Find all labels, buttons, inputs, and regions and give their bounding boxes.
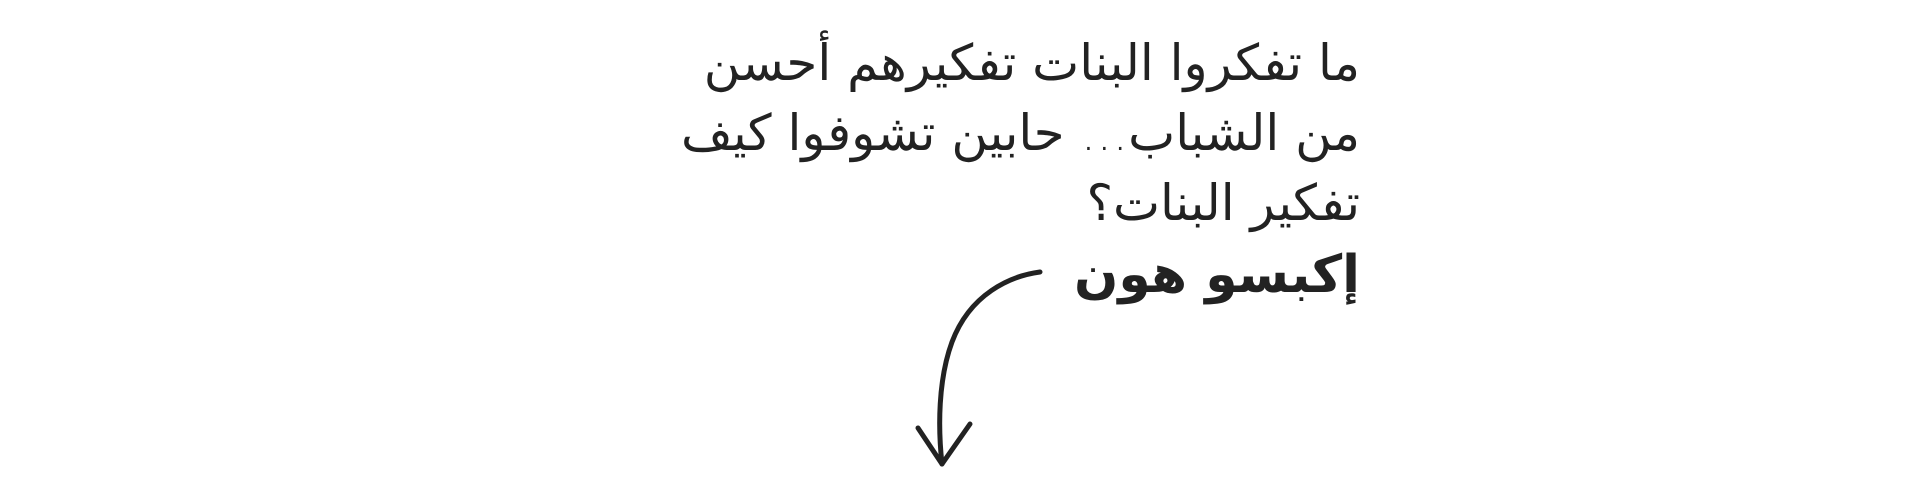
click-here-link[interactable]: إكبسو هون [1074, 240, 1360, 310]
message-line-1: ما تفكروا البنات تفكيرهم أحسن [703, 34, 1360, 92]
message-text: ما تفكروا البنات تفكيرهم أحسن من الشباب.… [540, 28, 1360, 238]
curved-arrow-icon [915, 269, 1043, 467]
page: ما تفكروا البنات تفكيرهم أحسن من الشباب.… [0, 0, 1920, 480]
message-line-3: تفكير البنات؟ [1086, 174, 1360, 232]
message-line-2: من الشباب... حابين تشوفوا كيف [680, 104, 1360, 162]
